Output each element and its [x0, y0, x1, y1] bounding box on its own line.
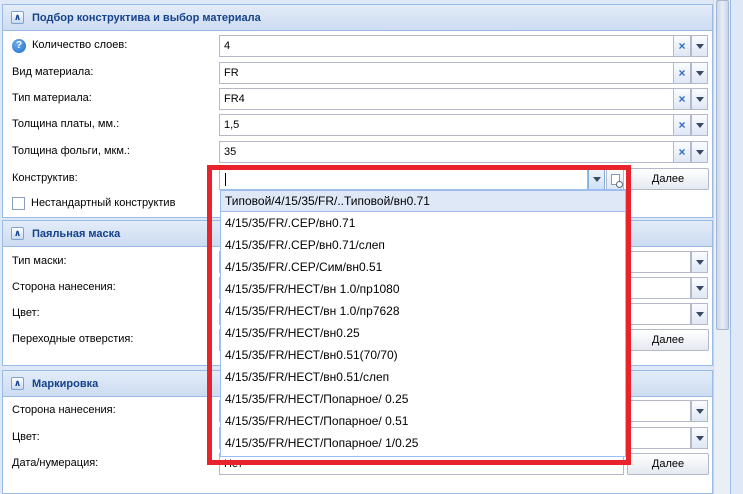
material-type-row: Тип материала:: [12, 88, 212, 110]
clear-x-icon[interactable]: ×: [674, 35, 691, 57]
material-type-field[interactable]: FR4: [219, 88, 674, 110]
clear-x-icon[interactable]: ×: [674, 88, 691, 110]
mask-type-row: Тип маски:: [12, 251, 212, 273]
chevron-down-icon[interactable]: [588, 168, 605, 190]
dropdown-option[interactable]: 4/15/35/FR/НЕСТ/вн0.51/слеп: [221, 366, 625, 388]
vias-label: Переходные отверстия:: [12, 333, 134, 345]
chevron-down-icon[interactable]: [691, 303, 708, 325]
nonstandard-checkbox[interactable]: [12, 197, 25, 210]
marking-side-row: Сторона нанесения:: [12, 400, 212, 422]
dropdown-option[interactable]: Типовой/4/15/35/FR/..Типовой/вн0.71: [221, 190, 625, 212]
vias-row: Переходные отверстия:: [12, 329, 212, 351]
dropdown-option[interactable]: 4/15/35/FR/.СЕР/вн0.71/слеп: [221, 234, 625, 256]
foil-thickness-field[interactable]: 35: [219, 141, 674, 163]
mask-color-row: Цвет:: [12, 303, 212, 325]
numbering-row: Дата/нумерация:: [12, 453, 212, 475]
vertical-scrollbar[interactable]: [713, 0, 730, 494]
scrollbar-thumb[interactable]: [716, 0, 729, 330]
construct-panel-header: ∧ Подбор конструктива и выбор материала: [3, 5, 712, 31]
clear-x-icon[interactable]: ×: [674, 141, 691, 163]
material-kind-row: Вид материала:: [12, 62, 212, 84]
constructive-row: Конструктив:: [12, 168, 212, 190]
clear-x-icon[interactable]: ×: [674, 114, 691, 136]
chevron-down-icon[interactable]: [691, 400, 708, 422]
solder-mask-panel-title: Паяльная маска: [32, 227, 121, 240]
mask-side-row: Сторона нанесения:: [12, 277, 212, 299]
nonstandard-row: Нестандартный конструктив: [12, 193, 212, 215]
nonstandard-label: Нестандартный конструктив: [31, 197, 176, 209]
dropdown-option[interactable]: 4/15/35/FR/НЕСТ/вн 1.0/пр1080: [221, 278, 625, 300]
dropdown-option[interactable]: 4/15/35/FR/.СЕР/вн0.71: [221, 212, 625, 234]
material-type-label: Тип материала:: [12, 92, 92, 104]
dropdown-option[interactable]: 4/15/35/FR/НЕСТ/вн0.25: [221, 322, 625, 344]
marking-panel-title: Маркировка: [32, 377, 99, 390]
chevron-down-icon[interactable]: [691, 427, 708, 449]
material-kind-label: Вид материала:: [12, 66, 94, 78]
mask-type-label: Тип маски:: [12, 255, 67, 267]
constructive-label: Конструктив:: [12, 172, 78, 184]
dropdown-option[interactable]: 4/15/35/FR/НЕСТ/Попарное/ 0.25: [221, 388, 625, 410]
chevron-down-icon[interactable]: [691, 114, 708, 136]
foil-thickness-row: Толщина фольги, мкм.:: [12, 141, 212, 163]
question-icon[interactable]: ?: [12, 39, 26, 53]
layers-field[interactable]: 4: [219, 35, 674, 57]
marking-side-label: Сторона нанесения:: [12, 404, 116, 416]
material-kind-field[interactable]: FR: [219, 62, 674, 84]
chevron-down-icon[interactable]: [691, 88, 708, 110]
board-thickness-label: Толщина платы, мм.:: [12, 118, 120, 130]
dropdown-option[interactable]: 4/15/35/FR/НЕСТ/вн 1.0/пр7628: [221, 300, 625, 322]
chevron-down-icon[interactable]: [691, 251, 708, 273]
vias-more-button[interactable]: Далее: [627, 329, 709, 351]
constructive-field[interactable]: [219, 168, 588, 190]
chevron-down-icon[interactable]: [691, 62, 708, 84]
construct-panel-title: Подбор конструктива и выбор материала: [32, 11, 261, 24]
board-thickness-row: Толщина платы, мм.:: [12, 114, 212, 136]
foil-thickness-label: Толщина фольги, мкм.:: [12, 145, 130, 157]
constructive-dropdown-list: Типовой/4/15/35/FR/..Типовой/вн0.71 4/15…: [220, 189, 626, 457]
mask-side-label: Сторона нанесения:: [12, 281, 116, 293]
dropdown-option[interactable]: 4/15/35/FR/.СЕР/Сим/вн0.51: [221, 256, 625, 278]
text-caret: [225, 173, 226, 186]
dropdown-option[interactable]: 4/15/35/FR/НЕСТ/Попарное/ 0.51: [221, 410, 625, 432]
numbering-more-button[interactable]: Далее: [627, 453, 709, 475]
double-chevron-up-icon[interactable]: ∧: [11, 227, 24, 240]
numbering-label: Дата/нумерация:: [12, 457, 99, 469]
chevron-down-icon[interactable]: [691, 277, 708, 299]
constructive-more-button[interactable]: Далее: [627, 168, 709, 190]
mask-color-label: Цвет:: [12, 307, 40, 319]
double-chevron-up-icon[interactable]: ∧: [11, 11, 24, 24]
layers-label: Количество слоев:: [32, 39, 128, 51]
marking-color-label: Цвет:: [12, 431, 40, 443]
lookup-icon[interactable]: [606, 168, 624, 190]
board-thickness-field[interactable]: 1,5: [219, 114, 674, 136]
double-chevron-up-icon[interactable]: ∧: [11, 377, 24, 390]
dropdown-option[interactable]: 4/15/35/FR/НЕСТ/вн0.51(70/70): [221, 344, 625, 366]
marking-color-row: Цвет:: [12, 427, 212, 449]
dropdown-option[interactable]: 4/15/35/FR/НЕСТ/Попарное/ 1/0.25: [221, 432, 625, 454]
clear-x-icon[interactable]: ×: [674, 62, 691, 84]
chevron-down-icon[interactable]: [691, 141, 708, 163]
chevron-down-icon[interactable]: [691, 35, 708, 57]
right-panel-edge: [730, 0, 743, 494]
